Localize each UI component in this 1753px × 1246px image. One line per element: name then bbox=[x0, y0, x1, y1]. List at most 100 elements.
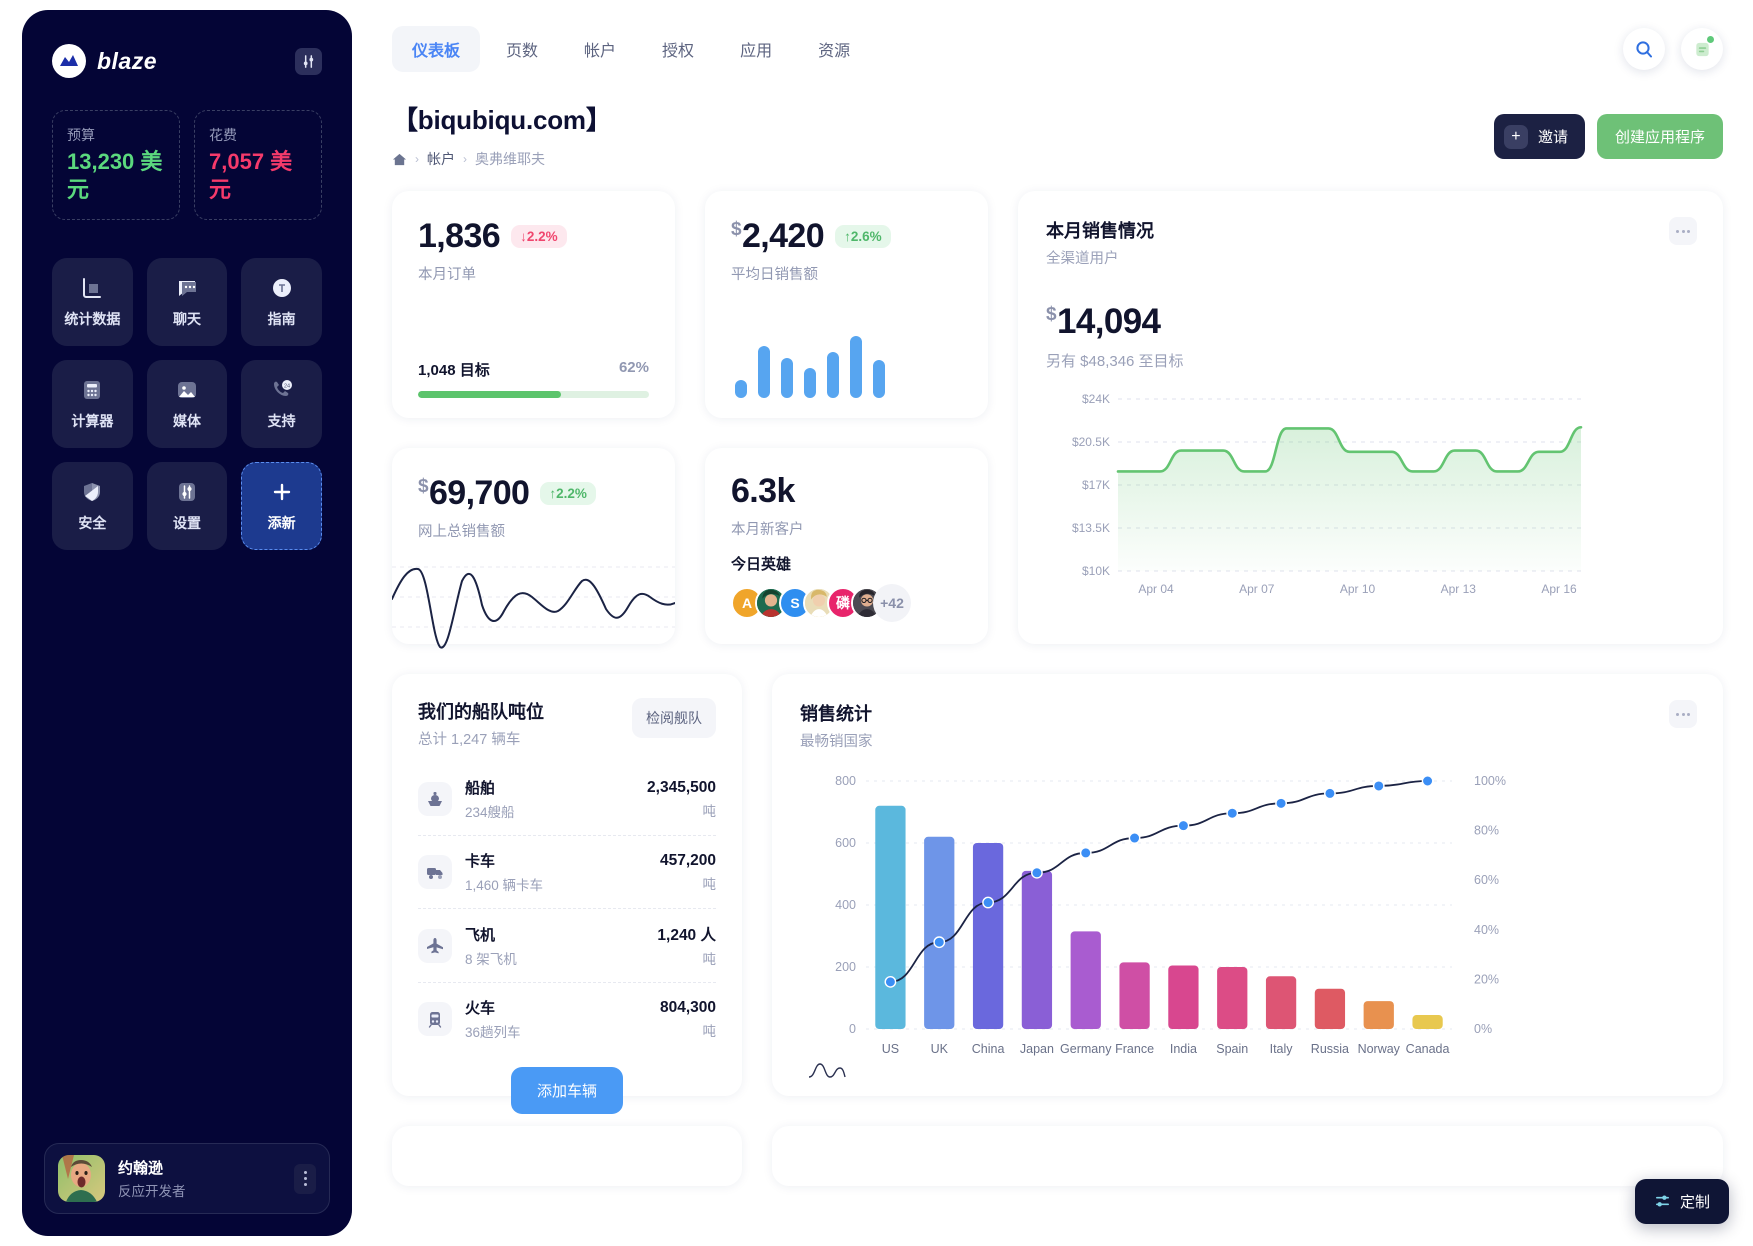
row-unit: 吨 bbox=[702, 1023, 717, 1039]
tab-resources[interactable]: 资源 bbox=[798, 26, 870, 72]
row-name: 船舶 bbox=[465, 780, 496, 797]
bar bbox=[758, 346, 770, 398]
orders-progress-fill bbox=[418, 391, 562, 398]
kebab-menu-icon[interactable] bbox=[1669, 700, 1697, 728]
header-actions: + 邀请 创建应用程序 bbox=[1493, 100, 1723, 159]
table-row[interactable]: 船舶 234艘船 2,345,500 吨 bbox=[418, 763, 716, 836]
inspect-fleet-button[interactable]: 检阅舰队 bbox=[632, 698, 716, 738]
sidebar-tile-media[interactable]: 媒体 bbox=[146, 360, 228, 448]
online-sales-card[interactable]: $69,700 ↑2.2% 网上总销售额 bbox=[392, 448, 675, 649]
bar bbox=[1021, 870, 1053, 1029]
spend-card[interactable]: 花费 7,057 美元 bbox=[194, 110, 322, 220]
shield-icon bbox=[79, 479, 105, 505]
sidebar-tile-stats[interactable]: 统计数据 bbox=[52, 258, 133, 346]
wave-icon[interactable] bbox=[808, 1060, 846, 1080]
profile-text: 约翰逊 反应开发者 bbox=[118, 1157, 186, 1200]
invite-button[interactable]: + 邀请 bbox=[1493, 114, 1585, 159]
sidebar-profile-card[interactable]: 约翰逊 反应开发者 bbox=[44, 1143, 330, 1214]
row-value-group: 804,300 吨 bbox=[660, 999, 716, 1040]
sidebar-tile-security[interactable]: 安全 bbox=[52, 462, 133, 550]
bar bbox=[827, 352, 839, 398]
add-vehicle-button[interactable]: 添加车辆 bbox=[510, 1067, 623, 1114]
svg-text:Apr 13: Apr 13 bbox=[1441, 582, 1477, 596]
new-customers-label: 本月新客户 bbox=[731, 522, 804, 538]
avg-daily-value: $2,420 bbox=[731, 217, 825, 255]
svg-text:Germany: Germany bbox=[1060, 1042, 1112, 1056]
customize-button[interactable]: 定制 bbox=[1634, 1179, 1729, 1224]
table-row[interactable]: 火车 36趟列车 804,300 吨 bbox=[418, 983, 716, 1055]
blaze-logo-icon bbox=[52, 44, 86, 78]
sidebar-tile-chat[interactable]: 聊天 bbox=[146, 258, 228, 346]
row-value-group: 2,345,500 吨 bbox=[647, 779, 716, 820]
tab-pages[interactable]: 页数 bbox=[486, 26, 558, 72]
fleet-title: 我们的船队吨位 bbox=[418, 702, 544, 722]
bar bbox=[735, 380, 747, 398]
tab-authorization[interactable]: 授权 bbox=[642, 26, 714, 72]
orders-goal-label: 1,048 目标 bbox=[418, 362, 490, 379]
sales-stats-title: 销售统计 bbox=[800, 704, 872, 724]
brand[interactable]: blaze bbox=[52, 44, 157, 78]
table-row[interactable]: 飞机 8 架飞机 1,240 人 吨 bbox=[418, 909, 716, 983]
sidebar-tile-guide[interactable]: 指南 bbox=[241, 258, 322, 346]
sidebar-tile-calculator[interactable]: 计算器 bbox=[52, 360, 133, 448]
plus-icon: + bbox=[1503, 124, 1528, 149]
sidebar-tile-add-new[interactable]: 添新 bbox=[241, 462, 322, 550]
tab-dashboard[interactable]: 仪表板 bbox=[392, 26, 481, 72]
sliders-icon[interactable] bbox=[295, 47, 322, 75]
monthly-sales-amount: $14,094 bbox=[1046, 302, 1161, 341]
sidebar-tile-settings[interactable]: 设置 bbox=[146, 462, 228, 550]
svg-text:$24K: $24K bbox=[1082, 392, 1110, 406]
avg-daily-card[interactable]: $2,420 ↑2.6% 平均日销售额 bbox=[705, 191, 988, 418]
image-icon bbox=[174, 377, 200, 403]
bottom-card-right[interactable] bbox=[772, 1126, 1723, 1186]
svg-text:0%: 0% bbox=[1474, 1022, 1492, 1036]
bottom-card-left[interactable] bbox=[392, 1126, 742, 1186]
bar bbox=[972, 843, 1004, 1029]
svg-text:$13.5K: $13.5K bbox=[1072, 521, 1110, 535]
budget-value: 13,230 美元 bbox=[67, 149, 163, 202]
tab-accounts[interactable]: 帐户 bbox=[564, 26, 636, 72]
breadcrumb-item-current: 奥弗维耶夫 bbox=[475, 151, 545, 167]
bar bbox=[850, 336, 862, 398]
breadcrumb-item-account[interactable]: 帐户 bbox=[427, 149, 455, 169]
data-point bbox=[1031, 866, 1043, 879]
monthly-sales-note: 另有 $48,346 至目标 bbox=[1046, 353, 1184, 370]
bar bbox=[1412, 1015, 1443, 1029]
row-value-group: 1,240 人 吨 bbox=[657, 923, 716, 968]
breadcrumb: › 帐户 › 奥弗维耶夫 bbox=[392, 149, 612, 169]
search-button[interactable] bbox=[1623, 28, 1665, 70]
page-header-text: 【biqubiqu.com】 › 帐户 › 奥弗维耶夫 bbox=[392, 100, 612, 169]
search-icon bbox=[1634, 39, 1654, 59]
sidebar-tile-label: 计算器 bbox=[71, 413, 114, 429]
data-point bbox=[1226, 807, 1239, 820]
top-tabs: 仪表板 页数 帐户 授权 应用 资源 bbox=[392, 26, 870, 72]
sidebar-tile-support[interactable]: 24 支持 bbox=[241, 360, 322, 448]
online-sales-sparkline bbox=[392, 566, 675, 649]
orders-head: 1,836 ↓2.2% bbox=[418, 217, 649, 256]
svg-text:China: China bbox=[972, 1042, 1005, 1056]
sidebar-tile-label: 聊天 bbox=[172, 311, 201, 327]
table-row[interactable]: 卡车 1,460 辆卡车 457,200 吨 bbox=[418, 836, 716, 909]
monthly-sales-area-chart: $24K $20.5K $17K $13.5K $10K Apr 04 Apr 07 Apr … bbox=[1072, 392, 1583, 596]
avatar-more-count[interactable]: +42 bbox=[873, 584, 911, 622]
main-content: 仪表板 页数 帐户 授权 应用 资源 【biqubiqu.com】 › 帐户 ›… bbox=[352, 0, 1753, 1246]
kebab-menu-icon[interactable] bbox=[1669, 217, 1697, 245]
kebab-menu-icon[interactable] bbox=[294, 1163, 316, 1194]
notes-button[interactable] bbox=[1681, 28, 1723, 70]
tab-apps[interactable]: 应用 bbox=[720, 26, 792, 72]
svg-text:UK: UK bbox=[931, 1042, 949, 1056]
plus-icon bbox=[269, 479, 295, 505]
bar bbox=[1314, 988, 1346, 1029]
new-customers-card[interactable]: 6.3k 本月新客户 今日英雄 A S 磷 +42 bbox=[705, 448, 988, 644]
create-app-button[interactable]: 创建应用程序 bbox=[1596, 114, 1723, 159]
home-icon[interactable] bbox=[392, 152, 407, 167]
fleet-head-text: 我们的船队吨位 总计 1,247 辆车 bbox=[418, 698, 544, 749]
sidebar-tile-label: 添新 bbox=[267, 515, 296, 531]
row-text: 飞机 8 架飞机 bbox=[465, 924, 517, 968]
orders-card[interactable]: 1,836 ↓2.2% 本月订单 1,048 目标 62% bbox=[392, 191, 675, 418]
svg-text:Apr 04: Apr 04 bbox=[1138, 582, 1174, 596]
svg-text:Spain: Spain bbox=[1216, 1042, 1248, 1056]
budget-card[interactable]: 预算 13,230 美元 bbox=[52, 110, 180, 220]
online-sales-label: 网上总销售额 bbox=[418, 524, 505, 540]
svg-text:800: 800 bbox=[835, 774, 856, 788]
